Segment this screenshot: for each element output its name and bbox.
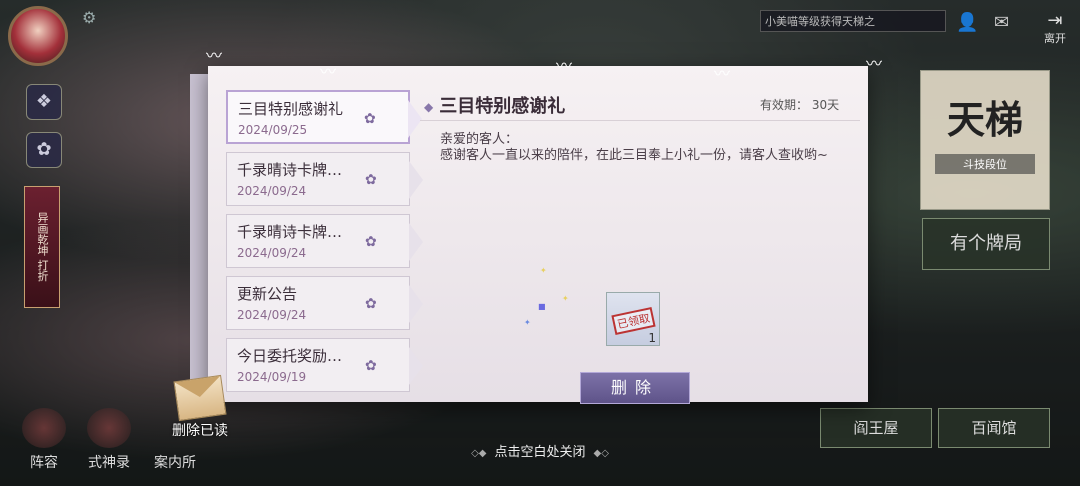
tianti-sub: 斗技段位 <box>935 154 1035 174</box>
diamond-icon: ◆◇ <box>593 448 609 459</box>
reward-count: 1 <box>648 331 656 345</box>
mail-item-title: 千录晴诗卡牌… <box>237 223 343 241</box>
flower-icon: ✿ <box>365 172 377 188</box>
envelope-icon <box>173 374 227 422</box>
nav-shikigami[interactable]: 式神录 <box>84 408 134 472</box>
diamond-icon: ◇◆ <box>471 448 487 459</box>
delete-button-label: 删除 <box>610 378 659 397</box>
nav-lineup[interactable]: 阵容 <box>22 408 66 472</box>
hall-label: 百闻馆 <box>971 419 1017 437</box>
tab-arrow <box>409 347 423 385</box>
mail-item[interactable]: 更新公告 2024/09/24 ✿ <box>226 276 423 330</box>
mail-item-title: 今日委托奖励… <box>237 347 343 365</box>
delete-read-button[interactable]: 删除已读 <box>160 374 240 440</box>
bird-icon: 〰 <box>866 54 883 73</box>
mail-item[interactable]: 三目特别感谢礼 2024/09/25 ✿ <box>226 90 422 144</box>
news-ticker[interactable]: 小美喵等级获得天梯之 <box>760 10 946 32</box>
event-scroll-banner[interactable]: 异画乾坤 打折 <box>24 186 60 308</box>
bird-icon: 〰 <box>206 46 223 65</box>
divider <box>420 120 860 121</box>
shop-icon[interactable]: ❖ <box>26 84 62 120</box>
mail-item-title: 千录晴诗卡牌… <box>237 161 343 179</box>
mail-message: 感谢客人一直以来的陪伴，在此三目奉上小礼一份，请客人查收哟~ <box>440 148 828 163</box>
mail-detail-title: ◆ 三目特别感谢礼 <box>424 92 565 118</box>
sparkle-icon: ✦ <box>562 294 569 303</box>
delete-button[interactable]: 删除 <box>580 372 690 404</box>
news-ticker-text: 小美喵等级获得天梯之 <box>765 15 875 28</box>
leave-button[interactable]: ⇥ 离开 <box>1044 12 1066 46</box>
sparkle-icon: ■ <box>538 302 546 311</box>
mail-body: 亲爱的客人： 感谢客人一直以来的陪伴，在此三目奉上小礼一份，请客人查收哟~ <box>440 132 850 164</box>
card-game-button[interactable]: 有个牌局 <box>922 218 1050 270</box>
flower-icon: ✿ <box>365 234 377 250</box>
card-game-label: 有个牌局 <box>950 233 1022 254</box>
diamond-icon: ◆ <box>424 100 434 114</box>
mail-greeting: 亲爱的客人： <box>440 132 519 147</box>
reward-item[interactable]: 已领取 1 <box>606 292 660 346</box>
mail-item[interactable]: 千录晴诗卡牌… 2024/09/24 ✿ <box>226 152 423 206</box>
mail-item-title: 三目特别感谢礼 <box>238 100 344 118</box>
bird-icon: 〰 <box>320 62 337 81</box>
flower-menu-icon[interactable]: ✿ <box>26 132 62 168</box>
tab-arrow <box>409 285 423 323</box>
mail-detail-title-text: 三目特别感谢礼 <box>439 96 566 117</box>
gear-icon[interactable]: ⚙ <box>82 8 96 27</box>
mail-icon[interactable]: ✉ <box>994 12 1009 33</box>
tab-arrow <box>408 100 422 138</box>
tianti-card[interactable]: 天梯 斗技段位 <box>920 70 1050 210</box>
sparkle-icon: ✦ <box>524 318 531 327</box>
event-scroll-text: 异画乾坤 打折 <box>36 212 49 282</box>
flower-icon: ✿ <box>365 296 377 312</box>
close-hint-text: 点击空白处关闭 <box>494 445 586 460</box>
mail-validity: 有效期： 30天 <box>760 98 840 112</box>
player-avatar[interactable] <box>8 6 72 70</box>
close-hint: ◇◆ 点击空白处关闭 ◆◇ <box>0 441 1080 460</box>
tab-arrow <box>409 161 423 199</box>
flower-icon: ✿ <box>365 358 377 374</box>
bird-icon: 〰 <box>556 56 573 75</box>
leave-label: 离开 <box>1044 32 1066 45</box>
bird-icon: 〰 <box>714 64 731 83</box>
sparkle-icon: ✦ <box>540 266 547 275</box>
mail-item[interactable]: 千录晴诗卡牌… 2024/09/24 ✿ <box>226 214 423 268</box>
friends-icon[interactable]: 👤 <box>956 12 978 33</box>
tab-arrow <box>409 223 423 261</box>
mail-item-title: 更新公告 <box>237 285 298 303</box>
mail-item[interactable]: 今日委托奖励… 2024/09/19 ✿ <box>226 338 423 392</box>
delete-read-label: 删除已读 <box>172 423 228 439</box>
mail-list: 三目特别感谢礼 2024/09/25 ✿ 千录晴诗卡牌… 2024/09/24 … <box>226 90 423 400</box>
yama-house-label: 阎王屋 <box>853 419 899 437</box>
flower-icon: ✿ <box>364 111 376 127</box>
tianti-title: 天梯 <box>946 97 1023 142</box>
avatar-image <box>8 6 68 66</box>
exit-icon: ⇥ <box>1047 10 1063 31</box>
